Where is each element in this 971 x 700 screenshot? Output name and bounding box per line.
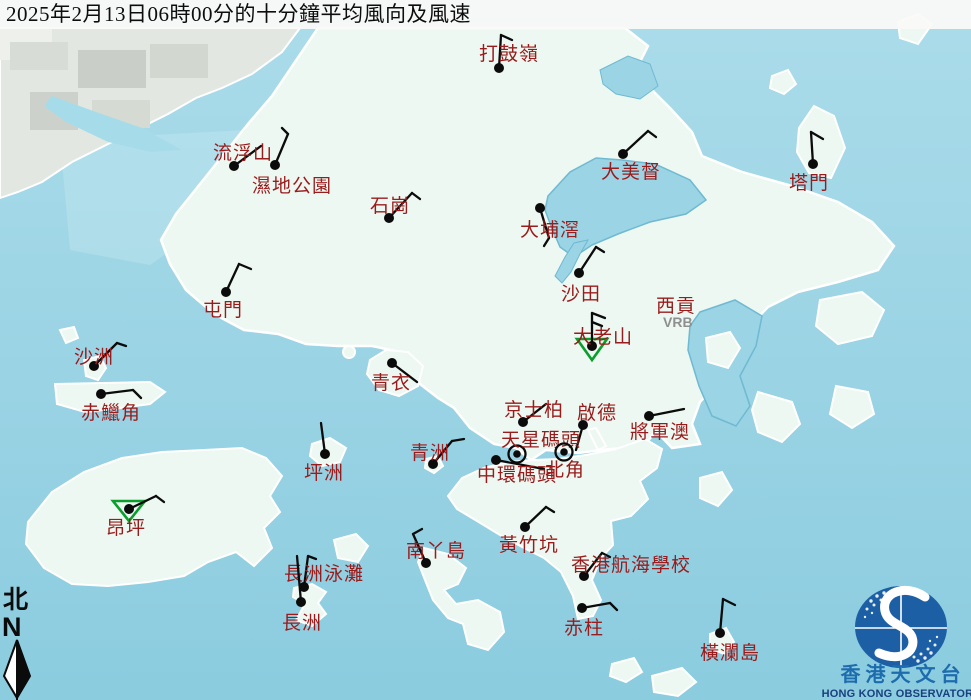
wind-map-page: 打鼓嶺流浮山濕地公園石崗大美督塔門大埔滘沙田西貢VRB大老山屯門沙洲赤鱲角青衣京…: [0, 0, 971, 700]
station-label: 大美督: [601, 161, 661, 183]
station-label: 啟德: [577, 402, 617, 424]
station-dot-icon: [715, 628, 725, 638]
station-label: 屯門: [203, 299, 243, 321]
station-dot-icon: [808, 159, 818, 169]
station-label: 長洲: [282, 613, 322, 634]
station-dot-icon: [618, 149, 628, 159]
station-label: 南丫島: [406, 540, 466, 562]
station-label: 打鼓嶺: [479, 43, 539, 65]
station-label: 北角: [545, 459, 585, 481]
station-label: 香港航海學校: [571, 554, 691, 576]
station-dot-icon: [221, 287, 231, 297]
station-label: 天星碼頭: [501, 430, 581, 451]
station-label: 長洲泳灘: [284, 563, 364, 585]
station-label: 坪洲: [304, 462, 344, 484]
station-dot-icon: [124, 504, 134, 514]
map-svg: 打鼓嶺流浮山濕地公園石崗大美督塔門大埔滘沙田西貢VRB大老山屯門沙洲赤鱲角青衣京…: [0, 0, 971, 700]
station-label: 青衣: [371, 372, 411, 394]
station-dot-icon: [535, 203, 545, 213]
station-label: 大埔滘: [520, 219, 580, 241]
station-label: 昂坪: [106, 517, 146, 539]
station-dot-icon: [320, 449, 330, 459]
station-label: 青洲: [410, 442, 450, 464]
station-label: 大老山: [573, 326, 633, 348]
station-dot-icon: [520, 522, 530, 532]
station-label: 黃竹坑: [499, 534, 559, 556]
compass-n-label: N: [2, 612, 22, 642]
hko-logo-zh-text: 香港天文台: [841, 662, 966, 686]
hko-logo-en-text: HONG KONG OBSERVATORY: [822, 688, 971, 700]
map-title: 2025年2月13日06時00分的十分鐘平均風向及風速: [0, 0, 971, 29]
land-ma-wan: [343, 346, 355, 358]
station-dot-icon: [96, 389, 106, 399]
station-label: 京士柏: [504, 399, 564, 421]
vrb-label: VRB: [663, 314, 693, 330]
station-label: 塔門: [789, 172, 829, 194]
station-label: 石崗: [370, 195, 410, 217]
station-dot-icon: [296, 597, 306, 607]
station-dot-icon: [644, 411, 654, 421]
station-dot-icon: [387, 358, 397, 368]
station-label: 赤鱲角: [81, 402, 141, 424]
station-dot-icon: [513, 450, 521, 458]
station-dot-icon: [560, 448, 568, 456]
station-label: 流浮山: [213, 142, 273, 164]
station-dot-icon: [270, 160, 280, 170]
station-label: 赤柱: [564, 617, 604, 639]
station-label: 將軍澳: [630, 421, 690, 443]
compass-zh-label: 北: [3, 586, 28, 614]
station-label: 濕地公園: [252, 175, 332, 197]
station-dot-icon: [491, 455, 501, 465]
station-label: 沙田: [561, 284, 601, 305]
station-dot-icon: [574, 268, 584, 278]
station-label: 沙洲: [74, 347, 114, 368]
station-label: 橫瀾島: [700, 642, 760, 664]
station-dot-icon: [577, 603, 587, 613]
